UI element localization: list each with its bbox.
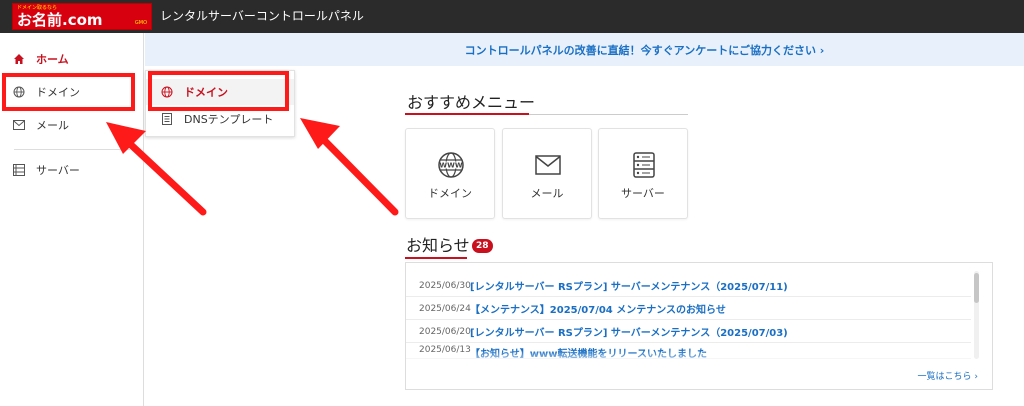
news-title: お知らせ <box>406 236 470 255</box>
sidebar-item-domain[interactable]: ドメイン <box>0 77 143 107</box>
top-header: ドメイン取るなら お名前.com GMO レンタルサーバーコントロールパネル <box>0 0 1024 33</box>
domain-submenu: ドメイン DNSテンプレート <box>145 70 295 137</box>
app-title: レンタルサーバーコントロールパネル <box>160 9 364 23</box>
card-label: メール <box>530 187 564 200</box>
news-item[interactable]: 2025/06/20 [レンタルサーバー RSプラン] サーバーメンテナンス（2… <box>406 321 971 343</box>
globe-icon <box>12 85 26 99</box>
news-item[interactable]: 2025/06/24 【メンテナンス】2025/07/04 メンテナンスのお知ら… <box>406 298 971 320</box>
news-date: 2025/06/24 <box>419 303 471 314</box>
news-more-link[interactable]: 一覧はこちら › <box>918 369 978 382</box>
news-link[interactable]: 【メンテナンス】2025/07/04 メンテナンスのお知らせ <box>470 301 726 316</box>
globe-icon <box>160 85 174 99</box>
news-scroll-thumb[interactable] <box>974 273 979 303</box>
recommended-accent <box>405 113 529 115</box>
sidebar-item-label: ドメイン <box>36 86 80 99</box>
submenu-item-label: ドメイン <box>184 86 228 99</box>
sidebar-divider <box>14 149 130 150</box>
submenu-item-label: DNSテンプレート <box>184 113 274 126</box>
submenu-item-domain[interactable]: ドメイン <box>146 79 294 105</box>
sidebar: ホーム ドメイン メール サーバー <box>0 33 144 406</box>
card-domain[interactable]: WWW ドメイン <box>405 128 495 219</box>
news-link[interactable]: [レンタルサーバー RSプラン] サーバーメンテナンス（2025/07/03) <box>470 324 788 339</box>
recommended-title: おすすめメニュー <box>407 93 536 112</box>
server-icon <box>12 163 26 177</box>
survey-banner: コントロールパネルの改善に直結！今すぐアンケートにご協力ください › <box>145 33 1024 66</box>
survey-link[interactable]: コントロールパネルの改善に直結！今すぐアンケートにご協力ください › <box>465 42 825 58</box>
submenu-item-dns-template[interactable]: DNSテンプレート <box>146 106 294 132</box>
news-fade <box>406 351 992 365</box>
onamae-logo[interactable]: ドメイン取るなら お名前.com GMO <box>12 3 152 30</box>
sidebar-item-server[interactable]: サーバー <box>0 155 143 185</box>
news-date: 2025/06/20 <box>419 326 471 337</box>
news-link[interactable]: [レンタルサーバー RSプラン] サーバーメンテナンス（2025/07/11) <box>470 278 788 293</box>
news-accent <box>405 257 467 259</box>
logo-text: お名前.com <box>17 11 103 29</box>
template-icon <box>160 112 174 126</box>
sidebar-item-mail[interactable]: メール <box>0 110 143 140</box>
news-count-badge: 28 <box>472 239 493 253</box>
svg-text:WWW: WWW <box>439 162 462 170</box>
sidebar-item-home[interactable]: ホーム <box>0 44 143 74</box>
envelope-icon <box>12 118 26 132</box>
logo-gmo: GMO <box>134 20 147 26</box>
sidebar-item-label: サーバー <box>36 164 80 177</box>
card-label: サーバー <box>621 187 665 200</box>
arrow-to-submenu-domain <box>300 118 399 216</box>
card-server[interactable]: サーバー <box>598 128 688 219</box>
sidebar-item-label: ホーム <box>36 53 69 66</box>
card-mail[interactable]: メール <box>502 128 592 219</box>
server-icon <box>630 151 658 179</box>
www-globe-icon: WWW <box>437 151 465 179</box>
news-item[interactable]: 2025/06/30 [レンタルサーバー RSプラン] サーバーメンテナンス（2… <box>406 275 971 297</box>
envelope-icon <box>534 151 562 179</box>
sidebar-item-label: メール <box>36 119 69 132</box>
home-icon <box>12 52 26 66</box>
news-date: 2025/06/30 <box>419 280 471 291</box>
card-label: ドメイン <box>428 187 472 200</box>
news-list: 2025/06/30 [レンタルサーバー RSプラン] サーバーメンテナンス（2… <box>405 262 993 390</box>
